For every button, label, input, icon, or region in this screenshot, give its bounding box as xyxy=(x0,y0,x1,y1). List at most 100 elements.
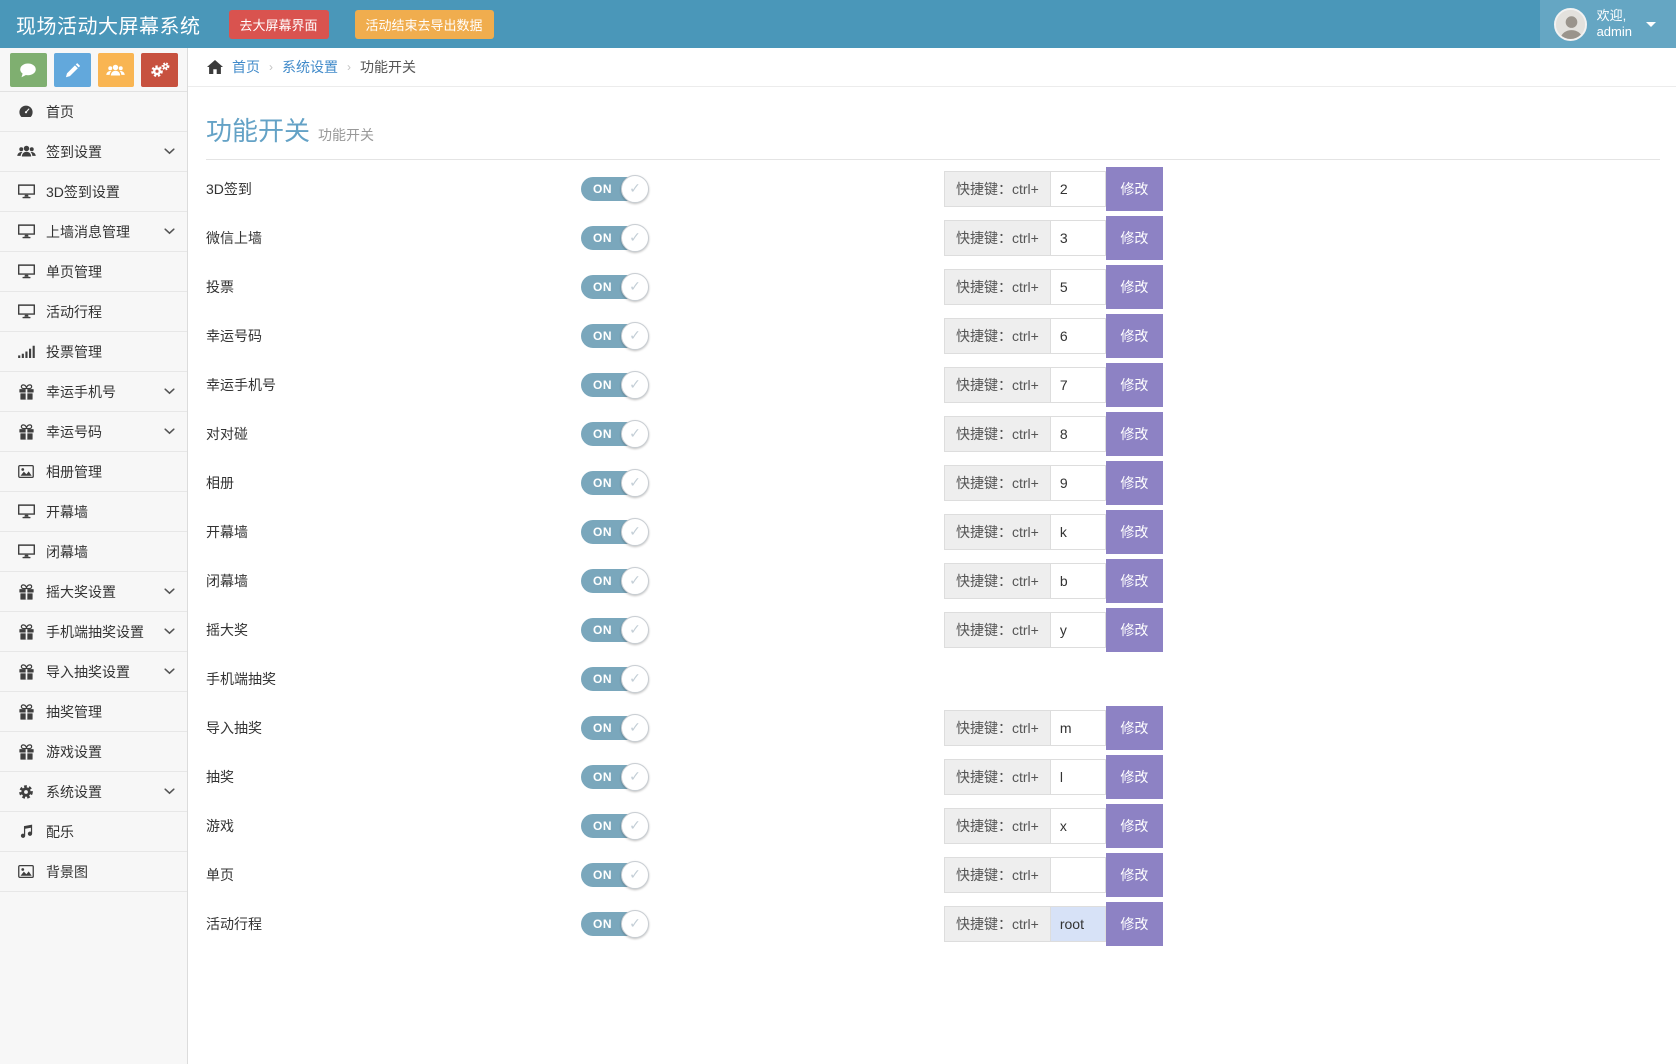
modify-button[interactable]: 修改 xyxy=(1106,461,1163,505)
gift-icon xyxy=(15,424,37,440)
sidebar-item[interactable]: 系统设置 xyxy=(0,772,187,812)
sidebar-item[interactable]: 幸运手机号 xyxy=(0,372,187,412)
modify-button[interactable]: 修改 xyxy=(1106,412,1163,456)
sidebar-item[interactable]: 开幕墙 xyxy=(0,492,187,532)
toggle-on[interactable]: ON✓ xyxy=(581,814,643,838)
sidebar-item[interactable]: 签到设置 xyxy=(0,132,187,172)
shortcut-group: 快捷键：ctrl+修改 xyxy=(944,559,1660,603)
modify-button[interactable]: 修改 xyxy=(1106,853,1163,897)
sidebar-item[interactable]: 背景图 xyxy=(0,852,187,892)
toggle-on[interactable]: ON✓ xyxy=(581,177,643,201)
modify-button[interactable]: 修改 xyxy=(1106,314,1163,358)
feature-name: 闭幕墙 xyxy=(206,571,581,591)
shortcut-key-label: 快捷键：ctrl+ xyxy=(944,269,1051,305)
chevron-down-icon xyxy=(164,388,175,395)
sidebar-item[interactable]: 单页管理 xyxy=(0,252,187,292)
toggle-on-label: ON xyxy=(593,574,612,588)
toggle-cell: ON✓ xyxy=(581,667,944,691)
toggle-on[interactable]: ON✓ xyxy=(581,520,643,544)
modify-button[interactable]: 修改 xyxy=(1106,706,1163,750)
quick-button-cogs[interactable] xyxy=(141,53,178,87)
image-icon xyxy=(15,865,37,878)
shortcut-key-input[interactable] xyxy=(1050,171,1106,207)
shortcut-key-input[interactable] xyxy=(1050,612,1106,648)
shortcut-key-input[interactable] xyxy=(1050,269,1106,305)
toggle-on[interactable]: ON✓ xyxy=(581,716,643,740)
shortcut-key-input[interactable] xyxy=(1050,465,1106,501)
sidebar-item[interactable]: 幸运号码 xyxy=(0,412,187,452)
sidebar-item-label: 单页管理 xyxy=(46,262,175,282)
sidebar-item[interactable]: 相册管理 xyxy=(0,452,187,492)
shortcut-key-input[interactable] xyxy=(1050,514,1106,550)
toggle-cell: ON✓ xyxy=(581,863,944,887)
modify-button[interactable]: 修改 xyxy=(1106,804,1163,848)
quick-button-chat[interactable] xyxy=(10,53,47,87)
toggle-on[interactable]: ON✓ xyxy=(581,765,643,789)
user-menu[interactable]: 欢迎, admin xyxy=(1540,0,1676,48)
shortcut-key-label: 快捷键：ctrl+ xyxy=(944,171,1051,207)
shortcut-group: 快捷键：ctrl+修改 xyxy=(944,510,1660,554)
home-icon xyxy=(207,60,223,74)
sidebar-item[interactable]: 游戏设置 xyxy=(0,732,187,772)
breadcrumb-home-link[interactable]: 首页 xyxy=(232,57,260,77)
check-icon: ✓ xyxy=(621,420,649,448)
toggle-cell: ON✓ xyxy=(581,177,944,201)
shortcut-key-input[interactable] xyxy=(1050,563,1106,599)
modify-button[interactable]: 修改 xyxy=(1106,608,1163,652)
shortcut-group: 快捷键：ctrl+ 修改 xyxy=(944,167,1660,211)
shortcut-key-input[interactable] xyxy=(1050,808,1106,844)
toggle-on[interactable]: ON✓ xyxy=(581,275,643,299)
sidebar-item[interactable]: 首页 xyxy=(0,92,187,132)
modify-button[interactable]: 修改 xyxy=(1106,510,1163,554)
sidebar-item-label: 配乐 xyxy=(46,822,175,842)
avatar xyxy=(1554,8,1587,41)
modify-button[interactable]: 修改 xyxy=(1106,363,1163,407)
chevron-down-icon xyxy=(164,588,175,595)
quick-button-users[interactable] xyxy=(98,53,135,87)
sidebar-item[interactable]: 导入抽奖设置 xyxy=(0,652,187,692)
shortcut-key-input[interactable] xyxy=(1050,220,1106,256)
feature-row: 幸运号码ON✓快捷键：ctrl+修改 xyxy=(206,311,1660,360)
toggle-on[interactable]: ON✓ xyxy=(581,373,643,397)
sidebar-item[interactable]: 闭幕墙 xyxy=(0,532,187,572)
go-bigscreen-button[interactable]: 去大屏幕界面 xyxy=(229,10,329,39)
toggle-on[interactable]: ON✓ xyxy=(581,569,643,593)
sidebar-item[interactable]: 手机端抽奖设置 xyxy=(0,612,187,652)
modify-button[interactable]: 修改 xyxy=(1106,265,1163,309)
sidebar-item[interactable]: 上墙消息管理 xyxy=(0,212,187,252)
modify-button[interactable]: 修改 xyxy=(1106,216,1163,260)
export-data-button[interactable]: 活动结束去导出数据 xyxy=(355,10,494,39)
sidebar-menu: 首页签到设置3D签到设置上墙消息管理单页管理活动行程投票管理幸运手机号幸运号码相… xyxy=(0,92,187,892)
shortcut-key-input[interactable] xyxy=(1050,318,1106,354)
quick-button-pencil[interactable] xyxy=(54,53,91,87)
modify-button[interactable]: 修改 xyxy=(1106,167,1163,211)
toggle-on[interactable]: ON✓ xyxy=(581,226,643,250)
sidebar-item-label: 活动行程 xyxy=(46,302,175,322)
sidebar-item[interactable]: 摇大奖设置 xyxy=(0,572,187,612)
shortcut-key-input[interactable] xyxy=(1050,857,1106,893)
modify-button[interactable]: 修改 xyxy=(1106,559,1163,603)
toggle-on[interactable]: ON✓ xyxy=(581,667,643,691)
sidebar-item[interactable]: 活动行程 xyxy=(0,292,187,332)
breadcrumb-section-link[interactable]: 系统设置 xyxy=(282,57,338,77)
toggle-on[interactable]: ON✓ xyxy=(581,471,643,495)
shortcut-group: 快捷键：ctrl+修改 xyxy=(944,314,1660,358)
shortcut-group: 快捷键：ctrl+修改 xyxy=(944,412,1660,456)
sidebar-item[interactable]: 3D签到设置 xyxy=(0,172,187,212)
shortcut-key-input[interactable] xyxy=(1050,906,1106,942)
shortcut-key-input[interactable] xyxy=(1050,367,1106,403)
toggle-cell: ON✓ xyxy=(581,226,944,250)
shortcut-key-input[interactable] xyxy=(1050,416,1106,452)
toggle-on[interactable]: ON✓ xyxy=(581,618,643,642)
shortcut-key-input[interactable] xyxy=(1050,759,1106,795)
sidebar-item[interactable]: 抽奖管理 xyxy=(0,692,187,732)
toggle-on[interactable]: ON✓ xyxy=(581,324,643,348)
shortcut-key-input[interactable] xyxy=(1050,710,1106,746)
sidebar-item[interactable]: 配乐 xyxy=(0,812,187,852)
toggle-on[interactable]: ON✓ xyxy=(581,422,643,446)
toggle-on[interactable]: ON✓ xyxy=(581,912,643,936)
sidebar-item[interactable]: 投票管理 xyxy=(0,332,187,372)
toggle-on[interactable]: ON✓ xyxy=(581,863,643,887)
modify-button[interactable]: 修改 xyxy=(1106,755,1163,799)
modify-button[interactable]: 修改 xyxy=(1106,902,1163,946)
